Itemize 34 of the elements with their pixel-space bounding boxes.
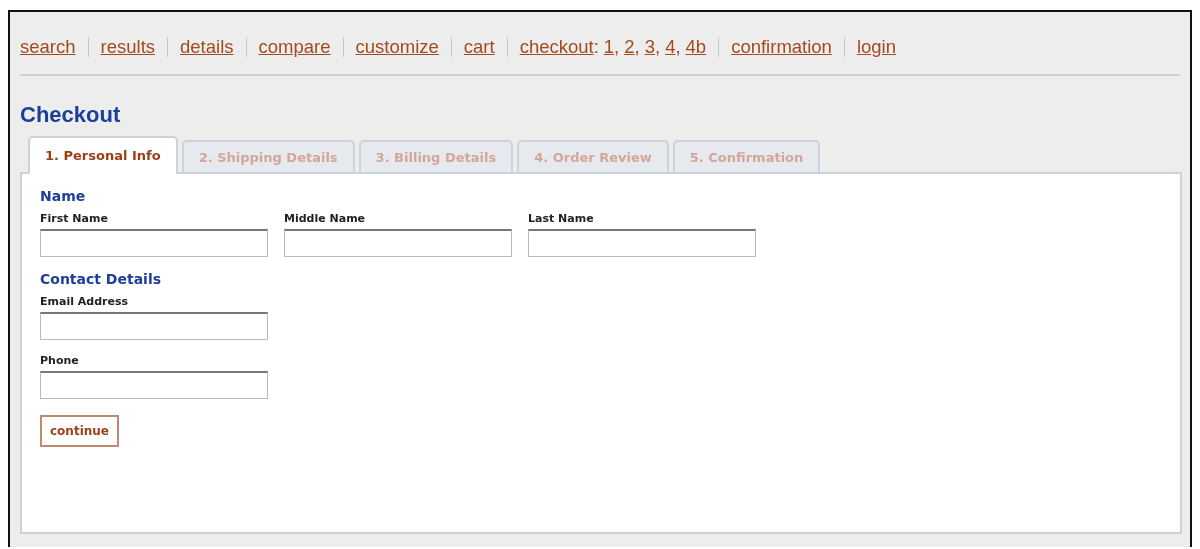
nav-link[interactable]: 4 [665, 36, 676, 58]
input-field[interactable] [40, 229, 268, 257]
nav-link[interactable]: customize [355, 36, 439, 58]
nav-link[interactable]: compare [258, 36, 331, 58]
punctuation-text: , [655, 36, 661, 58]
punctuation-text: , [634, 36, 640, 58]
field-label: Middle Name [284, 212, 367, 225]
section-heading: Contact Details [40, 271, 163, 287]
field-label: Phone [40, 354, 80, 367]
nav-link[interactable]: results [100, 36, 156, 58]
nav-link[interactable]: checkout [519, 36, 594, 58]
input-field[interactable] [40, 371, 268, 399]
nav-link[interactable]: 2 [624, 36, 635, 58]
field-label: Last Name [528, 212, 595, 225]
nav-link[interactable]: cart [463, 36, 495, 58]
punctuation-text: , [614, 36, 620, 58]
page-title: Checkout [20, 102, 122, 128]
nav-link[interactable]: search [20, 36, 76, 58]
punctuation-text: : [593, 36, 599, 58]
field-label: Email Address [40, 295, 129, 308]
input-field[interactable] [284, 229, 512, 257]
nav-link[interactable]: 3 [644, 36, 655, 58]
tab[interactable]: 1. Personal Info [28, 136, 178, 174]
continue-button[interactable]: continue [40, 415, 119, 447]
input-field[interactable] [528, 229, 756, 257]
input-field[interactable] [40, 312, 268, 340]
field-label: First Name [40, 212, 109, 225]
punctuation-text: , [675, 36, 681, 58]
nav-link[interactable]: details [180, 36, 234, 58]
nav-link[interactable]: 4b [685, 36, 707, 58]
nav-link[interactable]: login [856, 36, 896, 58]
section-heading: Name [40, 188, 87, 204]
nav-link[interactable]: 1 [603, 36, 615, 58]
nav-link[interactable]: confirmation [731, 36, 832, 58]
